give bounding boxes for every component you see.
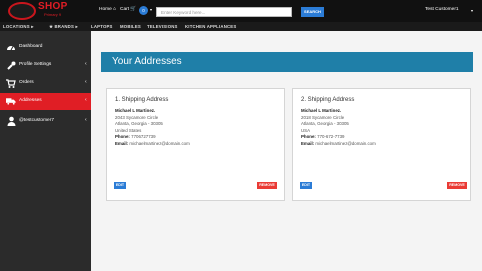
sidebar-item-label: @testcustomer7 <box>19 118 54 123</box>
brand-name: SHOP <box>38 1 68 12</box>
category-mobiles[interactable]: MOBILES <box>120 24 141 29</box>
address-title: 1. Shipping Address <box>115 97 169 103</box>
home-icon: ⌂ <box>113 7 117 12</box>
cart-count-badge: 0 <box>139 5 148 15</box>
nav-home-label: Home <box>99 7 112 12</box>
category-kitchen-appliances[interactable]: KITCHEN APPLIANCES <box>185 24 236 29</box>
address-title: 2. Shipping Address <box>301 97 355 103</box>
category-laptops[interactable]: LAPTOPS <box>91 24 113 29</box>
address-street: 2018 Sycamore Circle <box>301 114 345 120</box>
address-city: Atlanta, Georgia - 30305 <box>301 121 349 126</box>
user-menu[interactable]: Test Customer1 <box>425 7 459 12</box>
brand-tagline: Primary 9 <box>44 12 62 17</box>
sidebar-item-label: Profile Settings <box>19 62 52 67</box>
top-navbar: SHOP Primary 9 Home ⌂ Cart 🛒 0 ▾ SEARCH … <box>0 0 482 22</box>
page-header: Your Addresses <box>101 52 473 72</box>
sidebar-item-profile-settings[interactable]: Profile Settings ‹ <box>0 57 91 74</box>
search-button[interactable]: SEARCH <box>301 7 324 17</box>
chevron-down-icon[interactable]: ▾ <box>150 7 152 12</box>
user-icon <box>6 116 16 126</box>
address-street: 2043 Sycamore Circle <box>115 114 159 120</box>
account-sidebar: Dashboard Profile Settings ‹ Orders ‹ Ad… <box>0 31 91 271</box>
address-email: Email: michaelmartinez@domain.com <box>301 140 376 146</box>
user-chevron-down-icon[interactable]: ▾ <box>471 8 473 13</box>
address-card-1: 1. Shipping Address Michael L Martinez. … <box>106 88 285 201</box>
sidebar-item-label: Orders <box>19 80 34 85</box>
remove-address-button[interactable]: REMOVE <box>447 182 467 189</box>
nav-cart-label: Cart <box>120 7 130 12</box>
sidebar-item-orders[interactable]: Orders ‹ <box>0 75 91 92</box>
main-content: Your Addresses 1. Shipping Address Micha… <box>91 31 482 271</box>
dashboard-icon <box>6 42 16 52</box>
page-title: Your Addresses <box>112 56 182 67</box>
category-brands[interactable]: ★ BRANDS ▸ <box>49 24 78 30</box>
edit-address-button[interactable]: EDIT <box>300 182 312 189</box>
sidebar-item-dashboard[interactable]: Dashboard <box>0 39 91 56</box>
address-phone: Phone: 7706727739 <box>115 134 156 139</box>
sidebar-item-user[interactable]: @testcustomer7 ‹ <box>0 113 91 130</box>
search-input[interactable] <box>156 7 292 17</box>
nav-cart-link[interactable]: Cart 🛒 <box>120 7 136 12</box>
edit-address-button[interactable]: EDIT <box>114 182 126 189</box>
chevron-right-icon: ‹ <box>85 61 87 67</box>
cart-icon: 🛒 <box>130 7 137 12</box>
nav-home-link[interactable]: Home ⌂ <box>99 7 116 12</box>
address-country: United States <box>115 127 142 133</box>
address-country: USA <box>301 127 311 133</box>
wrench-icon <box>6 60 16 70</box>
chevron-right-icon: ‹ <box>85 79 87 85</box>
category-televisions[interactable]: TELEVISIONS <box>147 24 178 29</box>
remove-address-button[interactable]: REMOVE <box>257 182 277 189</box>
category-bar: LOCATIONS ▸ ★ BRANDS ▸ LAPTOPS MOBILES T… <box>0 22 482 31</box>
address-name: Michael L Martinez. <box>115 108 156 113</box>
address-name: Michael L Martinez. <box>301 108 342 113</box>
address-card-2: 2. Shipping Address Michael L Martinez. … <box>292 88 471 201</box>
brand-logo[interactable]: SHOP Primary 9 <box>8 1 76 20</box>
address-email: Email: michaelmartinez@domain.com <box>115 140 190 146</box>
sidebar-item-addresses[interactable]: Addresses ‹ <box>0 93 91 110</box>
address-phone: Phone: 770-672-7739 <box>301 134 345 139</box>
chevron-right-icon: ‹ <box>85 117 87 123</box>
logo-swoosh-icon <box>8 2 36 20</box>
chevron-right-icon: ‹ <box>85 97 87 103</box>
cart-icon <box>6 78 16 88</box>
star-icon: ★ <box>49 23 54 29</box>
sidebar-item-label: Dashboard <box>19 44 43 49</box>
address-city: Atlanta, Georgia - 30305 <box>115 121 163 126</box>
truck-icon <box>6 96 16 106</box>
sidebar-item-label: Addresses <box>19 98 42 103</box>
category-locations[interactable]: LOCATIONS ▸ <box>3 24 34 30</box>
